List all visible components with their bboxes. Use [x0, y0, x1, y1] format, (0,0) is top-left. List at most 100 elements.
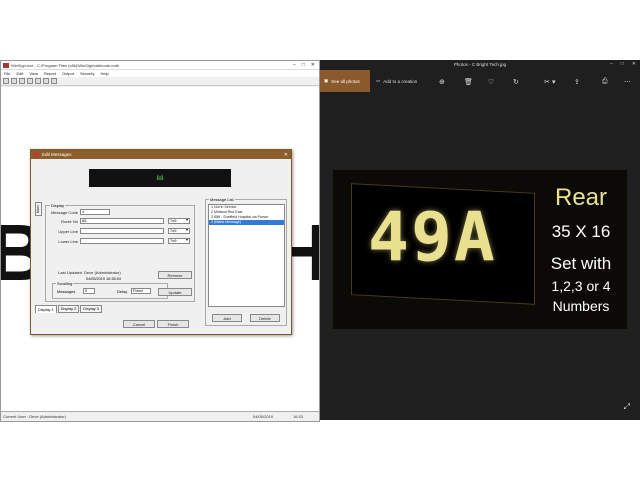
field-label: Upper Line [58, 228, 78, 234]
tab-display-1[interactable]: Display 1 [35, 305, 57, 313]
minimize-icon[interactable]: – [610, 61, 613, 67]
message-list-group: Message List 1 Not in Service 2 Midland … [205, 197, 287, 326]
menu-file[interactable]: File [4, 71, 10, 76]
route-no-row: Route No 88 [46, 218, 164, 224]
maximize-icon[interactable]: □ [302, 62, 305, 68]
field-label: Lower Line [58, 238, 78, 244]
dialog-titlebar[interactable]: Edit Messages ✕ [31, 150, 291, 159]
print-icon[interactable]: ⎙ [602, 78, 608, 86]
see-all-label: See all photos [331, 78, 360, 84]
maximize-icon[interactable]: □ [621, 61, 624, 67]
statusbar: Current User : Deve (Administrator) 04/0… [1, 411, 319, 421]
zoom-in-icon[interactable]: ⊕ [439, 78, 445, 86]
expand-icon[interactable]: ⤢ [624, 402, 630, 412]
photo-line1: Set with [550, 254, 612, 273]
photo-heading: Rear [554, 184, 608, 211]
group-label: Scrolling [56, 281, 74, 286]
message-code-input[interactable]: 4 [80, 209, 110, 215]
scrolling-group: Scrolling Messages 0 Delay Fixed [52, 281, 168, 299]
lower-line-row: Lower Line [46, 238, 164, 244]
message-list[interactable]: 1 Not in Service 2 Midland Red East 3 88… [208, 204, 285, 307]
list-item-selected[interactable]: 4 (Blank Message) [209, 220, 284, 225]
update-button[interactable]: Update [158, 288, 192, 296]
messages-select[interactable]: 0 [83, 288, 95, 294]
message-code-row: Message Code 4 [46, 209, 110, 215]
last-updated-row: Last Updated Deve (Administrator) [46, 270, 121, 275]
field-label: Route No [61, 218, 78, 224]
finish-button[interactable]: Finish [157, 320, 189, 328]
window-title: WinSign.exe - C:\Program Files (x86)\Win… [11, 62, 120, 68]
menu-help[interactable]: Help [100, 71, 108, 76]
tab-display-3[interactable]: Display 3 [80, 305, 102, 313]
menu-view[interactable]: View [29, 71, 38, 76]
display-group: Display Message Code 4 Route No 88 7x9 U… [45, 203, 195, 302]
last-updated-user: Deve (Administrator) [84, 270, 121, 275]
cancel-button[interactable]: Cancel [123, 320, 155, 328]
photo-size: 35 X 16 [551, 222, 611, 241]
chevron-down-icon[interactable]: ▾ [552, 78, 556, 86]
field-label: Message Code [51, 209, 78, 215]
delete-button[interactable]: Delete [250, 314, 280, 322]
crop-icon[interactable]: ✂ [544, 78, 550, 86]
output-icon[interactable] [43, 78, 49, 84]
add-to-creation-button[interactable]: ▭ Add to a creation [370, 78, 417, 84]
dialog-icon [34, 152, 39, 157]
add-button[interactable]: Add [212, 314, 242, 322]
status-time: 16:33 [293, 414, 304, 419]
messages-label: Messages [57, 289, 76, 294]
edit-messages-dialog: Edit Messages ✕ 88 Main Display Message … [30, 149, 292, 335]
open-icon[interactable] [11, 78, 17, 84]
print-icon[interactable] [27, 78, 33, 84]
edit-icon[interactable] [35, 78, 41, 84]
led-text: 88 [156, 174, 164, 182]
sign-digits: 49A [368, 198, 497, 277]
more-icon[interactable]: ⋯ [624, 78, 631, 86]
see-all-photos-button[interactable]: ▣ See all photos [320, 70, 370, 92]
help-icon[interactable] [51, 78, 57, 84]
menu-output[interactable]: Output [62, 71, 74, 76]
photos-window: Photos - C Bright Tech.jpg – □ ✕ ▣ See a… [320, 60, 640, 420]
upper-line-row: Upper Line [46, 228, 164, 234]
menu-report[interactable]: Report [44, 71, 56, 76]
photos-titlebar[interactable]: Photos - C Bright Tech.jpg – □ ✕ [320, 60, 640, 69]
route-no-input[interactable]: 88 [80, 218, 164, 224]
minimize-icon[interactable]: – [293, 62, 296, 68]
upper-font-select[interactable]: 7x9 [168, 228, 190, 234]
lower-line-input[interactable] [80, 238, 164, 244]
winsign-titlebar[interactable]: WinSign.exe - C:\Program Files (x86)\Win… [1, 61, 319, 70]
photo-line2: 1,2,3 or 4 [551, 278, 611, 294]
tab-display-2[interactable]: Display 2 [57, 305, 80, 313]
photos-icon: ▣ [324, 78, 329, 83]
close-icon[interactable]: ✕ [311, 62, 315, 68]
lower-font-select[interactable]: 7x9 [168, 238, 190, 244]
new-icon[interactable] [3, 78, 9, 84]
status-user: Current User : Deve (Administrator) [3, 414, 66, 419]
close-icon[interactable]: ✕ [632, 61, 636, 67]
share-icon[interactable]: ⇪ [574, 78, 580, 86]
app-icon [3, 62, 9, 68]
status-date: 04/05/2019 [253, 414, 274, 419]
photos-title: Photos - C Bright Tech.jpg [453, 62, 507, 67]
field-label: Last Updated [58, 270, 82, 275]
delay-label: Delay [117, 289, 128, 294]
menu-edit[interactable]: Edit [16, 71, 23, 76]
group-label: Message List [209, 197, 235, 202]
remove-button[interactable]: Remove [158, 271, 192, 279]
route-font-select[interactable]: 7x9 [168, 218, 190, 224]
add-creation-label: Add to a creation [383, 78, 418, 84]
save-icon[interactable] [19, 78, 25, 84]
heart-icon[interactable]: ♡ [488, 78, 494, 86]
menubar: File Edit View Report Output Security He… [1, 70, 319, 77]
delete-icon[interactable]: 🗑 [464, 78, 473, 86]
led-preview: 88 [89, 169, 231, 187]
delay-select[interactable]: Fixed [131, 288, 151, 294]
last-updated-time: 04/05/2019 16:35:54 [86, 277, 121, 281]
creation-icon: ▭ [376, 78, 381, 83]
close-icon[interactable]: ✕ [284, 152, 291, 158]
tab-main[interactable]: Main [35, 202, 42, 216]
rotate-icon[interactable]: ↻ [513, 78, 519, 86]
upper-line-input[interactable] [80, 228, 164, 234]
toolbar [1, 77, 319, 86]
menu-security[interactable]: Security [80, 71, 94, 76]
photos-toolbar: ▣ See all photos ▭ Add to a creation [320, 70, 640, 92]
